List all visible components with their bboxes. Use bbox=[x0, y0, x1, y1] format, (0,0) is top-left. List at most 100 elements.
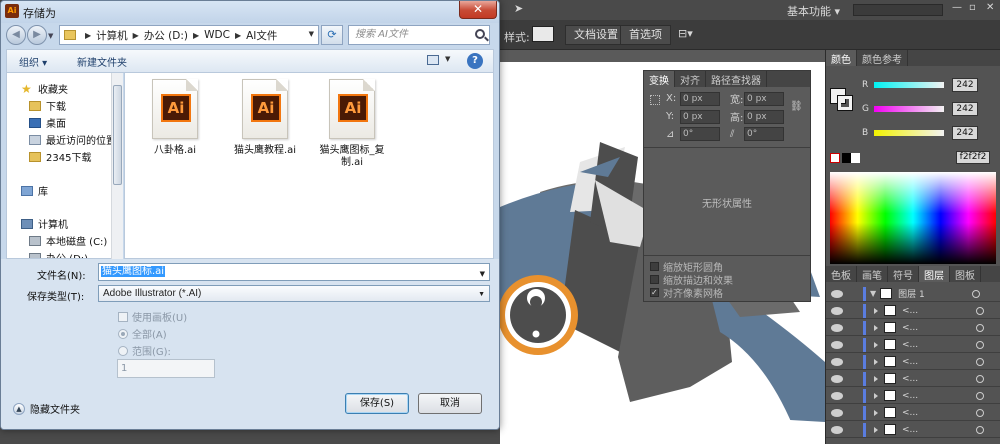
nav-computer[interactable]: 计算机 bbox=[21, 216, 68, 231]
expand-triangle-icon[interactable] bbox=[874, 307, 878, 314]
eye-icon[interactable] bbox=[831, 289, 843, 298]
search-help-field[interactable] bbox=[853, 4, 943, 16]
forward-arrow-icon[interactable]: ▶ bbox=[27, 25, 47, 45]
align-pixel-grid-checkbox[interactable]: ✓ 对齐像素网格 bbox=[650, 285, 723, 300]
nav-downloads[interactable]: 下载 bbox=[29, 98, 66, 113]
dialog-title-bar[interactable]: Ai 存储为 ✕ bbox=[1, 1, 499, 23]
breadcrumb-drive-d[interactable]: 办公 (D:) bbox=[144, 28, 188, 43]
sublayer-row[interactable]: <... bbox=[826, 354, 1000, 370]
search-icon[interactable] bbox=[475, 29, 485, 39]
nav-desktop[interactable]: 桌面 bbox=[29, 115, 66, 130]
address-bar[interactable]: ▶ 计算机 ▶ 办公 (D:) ▶ WDC ▶ AI文件 ▼ bbox=[59, 25, 319, 45]
range-radio[interactable]: 范围(G): bbox=[118, 343, 171, 358]
tab-swatches[interactable]: 色板 bbox=[826, 266, 857, 282]
checkbox-box[interactable] bbox=[118, 311, 128, 322]
search-input[interactable]: 搜索 AI文件 bbox=[348, 25, 490, 45]
target-circle-icon[interactable] bbox=[976, 306, 984, 315]
stroke-swatch[interactable] bbox=[837, 95, 853, 111]
tab-transform[interactable]: 变换 bbox=[644, 71, 675, 87]
preferences-button[interactable]: 首选项 bbox=[620, 25, 671, 45]
new-folder-button[interactable]: 新建文件夹 bbox=[77, 54, 127, 69]
y-field[interactable]: 0 px bbox=[680, 109, 720, 124]
g-slider[interactable] bbox=[874, 106, 944, 112]
nav-recent-places[interactable]: 最近访问的位置 bbox=[29, 132, 115, 147]
b-slider[interactable] bbox=[874, 130, 944, 136]
hide-folders-toggle[interactable]: ▲ 隐藏文件夹 bbox=[13, 401, 80, 416]
send-icon[interactable]: ➤ bbox=[514, 2, 523, 15]
sublayer-row[interactable]: <... bbox=[826, 388, 1000, 404]
eye-icon[interactable] bbox=[831, 391, 843, 400]
cancel-button[interactable]: 取消 bbox=[418, 393, 482, 414]
file-list-pane[interactable]: Ai 八卦格.ai Ai 猫头鹰教程.ai Ai 猫头鹰图标_复制.ai bbox=[124, 73, 494, 259]
expand-triangle-icon[interactable] bbox=[874, 358, 878, 365]
target-circle-icon[interactable] bbox=[976, 374, 984, 383]
g-value[interactable]: 242 bbox=[952, 102, 978, 116]
eye-icon[interactable] bbox=[831, 323, 843, 332]
workspace-switcher[interactable]: 基本功能 ▾ bbox=[787, 3, 840, 19]
eye-icon[interactable] bbox=[831, 374, 843, 383]
black-swatch[interactable] bbox=[842, 153, 851, 163]
hex-value[interactable]: f2f2f2 bbox=[956, 151, 990, 164]
r-value[interactable]: 242 bbox=[952, 78, 978, 92]
back-arrow-icon[interactable]: ◀ bbox=[6, 25, 26, 45]
expand-triangle-icon[interactable] bbox=[874, 426, 878, 433]
close-icon[interactable]: ✕ bbox=[986, 2, 994, 13]
filename-dropdown-icon[interactable]: ▼ bbox=[480, 266, 485, 282]
tab-pathfinder[interactable]: 路径查找器 bbox=[706, 71, 767, 87]
filetype-dropdown-icon[interactable]: ▼ bbox=[478, 287, 485, 302]
view-options-icon[interactable] bbox=[427, 55, 439, 65]
document-settings-button[interactable]: 文档设置 bbox=[565, 25, 627, 45]
nav-local-disk-c[interactable]: 本地磁盘 (C:) bbox=[29, 233, 107, 248]
range-input[interactable]: 1 bbox=[117, 359, 215, 378]
white-swatch[interactable] bbox=[851, 153, 860, 163]
h-field[interactable]: 0 px bbox=[744, 109, 784, 124]
sublayer-row[interactable]: <... bbox=[826, 303, 1000, 319]
nav-favorites[interactable]: ★ 收藏夹 bbox=[21, 81, 68, 97]
collapse-triangle-icon[interactable]: ▼ bbox=[870, 289, 876, 298]
recent-locations-dropdown-icon[interactable]: ▼ bbox=[48, 32, 53, 40]
target-circle-icon[interactable] bbox=[972, 289, 981, 298]
breadcrumb-separator-icon[interactable]: ▶ bbox=[235, 31, 241, 40]
file-item[interactable]: Ai 猫头鹰图标_复制.ai bbox=[307, 79, 397, 169]
breadcrumb-separator-icon[interactable]: ▶ bbox=[85, 31, 91, 40]
breadcrumb-ai-folder[interactable]: AI文件 bbox=[246, 28, 277, 43]
target-circle-icon[interactable] bbox=[976, 408, 984, 417]
breadcrumb-computer[interactable]: 计算机 bbox=[96, 28, 128, 43]
maximize-icon[interactable]: ▫ bbox=[969, 2, 976, 13]
eye-icon[interactable] bbox=[831, 357, 843, 366]
filename-input[interactable]: 猫头鹰图标.ai ▼ bbox=[98, 263, 490, 281]
sublayer-row[interactable]: <... bbox=[826, 320, 1000, 336]
navigation-scrollbar[interactable] bbox=[111, 73, 123, 259]
tab-align[interactable]: 对齐 bbox=[675, 71, 706, 87]
view-dropdown-icon[interactable]: ▼ bbox=[445, 55, 450, 63]
file-item[interactable]: Ai 猫头鹰教程.ai bbox=[220, 79, 310, 157]
style-swatch[interactable] bbox=[532, 26, 554, 42]
sublayer-row[interactable]: <... bbox=[826, 371, 1000, 387]
help-icon[interactable]: ? bbox=[467, 53, 483, 69]
x-field[interactable]: 0 px bbox=[680, 91, 720, 106]
breadcrumb-wdc[interactable]: WDC bbox=[204, 29, 230, 41]
tab-symbols[interactable]: 符号 bbox=[888, 266, 919, 282]
scrollbar-thumb[interactable] bbox=[113, 85, 122, 185]
radio-button[interactable] bbox=[118, 328, 128, 339]
tab-color[interactable]: 颜色 bbox=[826, 50, 857, 66]
expand-triangle-icon[interactable] bbox=[874, 341, 878, 348]
filetype-select[interactable]: Adobe Illustrator (*.AI) ▼ bbox=[98, 285, 490, 302]
nav-2345-downloads[interactable]: 2345下载 bbox=[29, 149, 91, 164]
eye-icon[interactable] bbox=[831, 340, 843, 349]
radio-button[interactable] bbox=[118, 345, 128, 356]
reference-point-icon[interactable] bbox=[650, 95, 660, 105]
target-circle-icon[interactable] bbox=[976, 357, 984, 366]
rotate-field[interactable]: 0° bbox=[680, 127, 720, 141]
w-field[interactable]: 0 px bbox=[744, 91, 784, 106]
eye-icon[interactable] bbox=[831, 425, 843, 434]
sublayer-row[interactable]: <... bbox=[826, 337, 1000, 353]
refresh-button[interactable]: ⟳ bbox=[321, 25, 343, 45]
use-artboards-checkbox[interactable]: 使用画板(U) bbox=[118, 309, 187, 324]
target-circle-icon[interactable] bbox=[976, 391, 984, 400]
sublayer-row[interactable]: <... bbox=[826, 405, 1000, 421]
file-item[interactable]: Ai 八卦格.ai bbox=[130, 79, 220, 157]
target-circle-icon[interactable] bbox=[976, 425, 984, 434]
expand-triangle-icon[interactable] bbox=[874, 375, 878, 382]
link-proportions-icon[interactable]: ⛓ bbox=[790, 101, 803, 112]
